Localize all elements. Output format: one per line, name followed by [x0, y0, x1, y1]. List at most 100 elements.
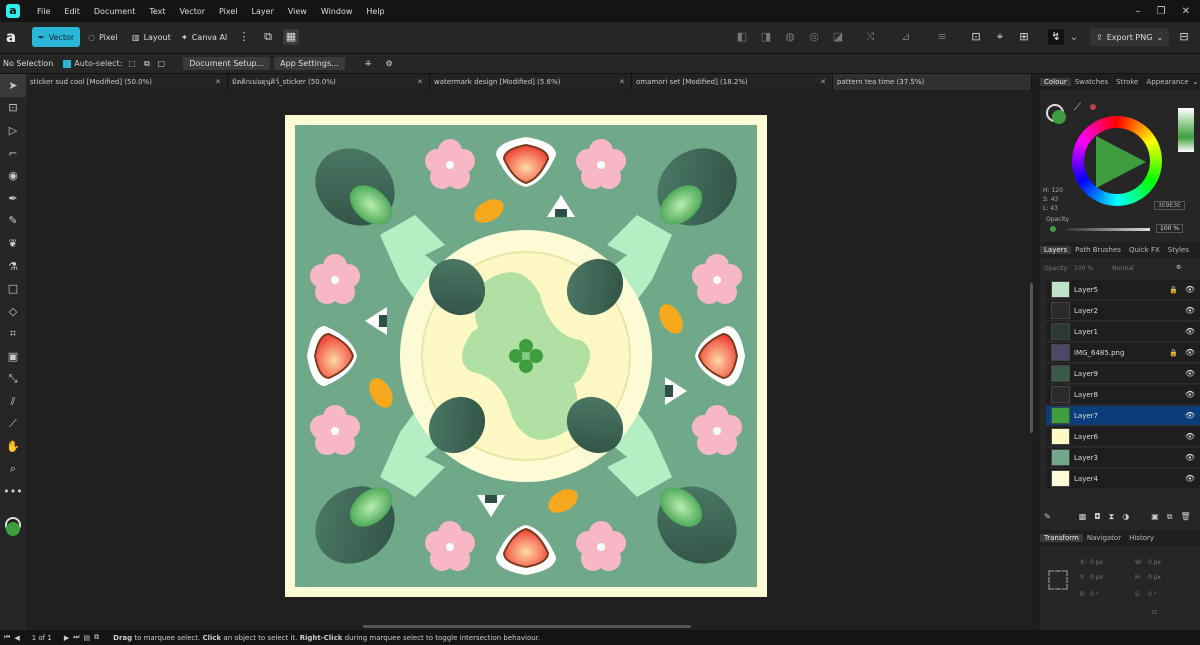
tab-styles[interactable]: Styles	[1164, 246, 1193, 254]
persona-pixel[interactable]: ◌ Pixel	[82, 27, 124, 47]
new-layer-icon[interactable]: ▣	[1151, 512, 1159, 524]
tab-navigator[interactable]: Navigator	[1083, 534, 1125, 542]
x-field[interactable]: 0 px	[1090, 559, 1103, 566]
zoom-icon[interactable]: ⌕	[0, 458, 26, 481]
menu-layer[interactable]: Layer	[245, 7, 281, 16]
grid-icon[interactable]: ▦	[283, 29, 299, 45]
vector-brush-icon[interactable]: ❦	[0, 232, 26, 255]
tab-sticker-thai[interactable]: มิตติกเม่อดุนุคิว์_sticker (50.0%) ✕	[228, 74, 430, 90]
eye-icon[interactable]: 👁	[1185, 411, 1195, 420]
colour-swatch-column[interactable]	[1178, 108, 1194, 152]
select-group-icon[interactable]: ⧉	[144, 59, 150, 69]
fx-icon[interactable]: ▩	[1079, 512, 1087, 524]
close-icon[interactable]: ✕	[820, 78, 826, 86]
snapping-icon[interactable]: ⧉	[260, 29, 276, 45]
boolean-subtract-icon[interactable]: ◨	[758, 29, 774, 45]
close-icon[interactable]: ✕	[417, 78, 423, 86]
trash-icon[interactable]: 🗑	[1180, 512, 1190, 524]
persona-layout[interactable]: ▥ Layout	[126, 27, 177, 47]
app-settings-button[interactable]: App Settings...	[274, 57, 345, 70]
close-icon[interactable]: ✕	[1182, 6, 1190, 17]
corner-tool-icon[interactable]: ⌐	[0, 142, 26, 165]
tab-path-brushes[interactable]: Path Brushes	[1071, 246, 1125, 254]
hand-icon[interactable]: ✋	[0, 436, 26, 459]
boolean-intersect-icon[interactable]: ◍	[782, 29, 798, 45]
layer-row[interactable]: Layer3 👁	[1046, 448, 1200, 468]
y-field[interactable]: 0 px	[1090, 574, 1103, 581]
chevron-down-icon[interactable]: ⌄	[1066, 29, 1082, 45]
eye-icon[interactable]: 👁	[1185, 474, 1195, 483]
menu-text[interactable]: Text	[142, 7, 172, 16]
layer-opacity-value[interactable]: 100 %	[1074, 265, 1093, 272]
opacity-input[interactable]: 100 %	[1156, 224, 1184, 233]
layer-row[interactable]: Layer4 👁	[1046, 469, 1200, 489]
studio-logo-icon[interactable]: a	[6, 28, 22, 46]
layer-gear-icon[interactable]: ⚙	[1176, 264, 1181, 271]
tab-stroke[interactable]: Stroke	[1112, 78, 1142, 86]
boolean-add-icon[interactable]: ◧	[734, 29, 750, 45]
blend-mode-select[interactable]: Normal	[1112, 265, 1134, 272]
layer-row[interactable]: IMG_6485.png 🔒 👁	[1046, 343, 1200, 363]
group-icon[interactable]: ⧉	[1167, 512, 1173, 524]
export-png-button[interactable]: ⇪ Export PNG ⌄	[1090, 28, 1170, 46]
tab-watermark-design[interactable]: watermark design [Modified] (5.6%) ✕	[430, 74, 632, 90]
persona-canva-ai[interactable]: ✦ Canva AI	[175, 27, 233, 47]
persona-vector[interactable]: ✒ Vector	[32, 27, 81, 47]
restore-icon[interactable]: ❐	[1157, 6, 1166, 17]
artboard-pattern-tea-time[interactable]	[285, 115, 767, 597]
adjustment-icon[interactable]: ⧗	[1109, 512, 1115, 524]
menu-view[interactable]: View	[281, 7, 314, 16]
assistant-icon[interactable]: ↯	[1048, 29, 1064, 45]
eye-icon[interactable]: 👁	[1185, 285, 1195, 294]
tab-sticker-sud-cool[interactable]: sticker sud cool [Modified] (50.0%) ✕	[26, 74, 228, 90]
layer-row[interactable]: Layer6 👁	[1046, 427, 1200, 447]
artboard-tool-icon[interactable]: ⊡	[0, 97, 26, 120]
layer-row[interactable]: Layer2 👁	[1046, 301, 1200, 321]
snap-bbox-icon[interactable]: ⊡	[968, 29, 984, 45]
snapping-grid-icon[interactable]: ⁜	[365, 59, 372, 68]
last-page-icon[interactable]: ⏭	[73, 633, 79, 642]
layer-row[interactable]: Layer1 👁	[1046, 322, 1200, 342]
tab-appearance[interactable]: Appearance	[1142, 78, 1192, 86]
colour-fill-swatch[interactable]	[1052, 110, 1066, 124]
move-tool-icon[interactable]: ➤	[0, 74, 26, 97]
next-page-icon[interactable]: ▶	[64, 634, 69, 642]
node-icon[interactable]: ⌖	[992, 29, 1008, 45]
pen-tool-icon[interactable]: ✒	[0, 187, 26, 210]
tab-quick-fx[interactable]: Quick FX	[1125, 246, 1164, 254]
tab-omamori-set[interactable]: omamori set [Modified] (18.2%) ✕	[632, 74, 833, 90]
menu-vector[interactable]: Vector	[173, 7, 213, 16]
layer-row[interactable]: Layer9 👁	[1046, 364, 1200, 384]
spread-icon[interactable]: ⧉	[94, 633, 99, 642]
layer-row[interactable]: Layer5 🔒 👁	[1046, 280, 1200, 300]
tab-layers[interactable]: Layers	[1040, 246, 1072, 254]
rectangle-tool-icon[interactable]: □	[0, 277, 26, 300]
transparency-tool-icon[interactable]: ⤡	[0, 368, 26, 391]
shape-tool-icon[interactable]: ◇	[0, 300, 26, 323]
flip-icon[interactable]: ⤨	[862, 29, 878, 45]
chevron-down-icon[interactable]: ⌄	[1193, 78, 1200, 86]
eyedropper-icon[interactable]: ⟋	[1074, 102, 1081, 113]
more-icon[interactable]: ⋮	[236, 29, 252, 45]
close-icon[interactable]: ✕	[619, 78, 625, 86]
mask-icon[interactable]: ◘	[1094, 512, 1100, 524]
layer-row-selected[interactable]: Layer7 👁	[1046, 406, 1200, 426]
eye-icon[interactable]: 👁	[1185, 453, 1195, 462]
distribute-icon[interactable]: ≡	[934, 29, 950, 45]
eye-icon[interactable]: 👁	[1185, 306, 1195, 315]
eye-icon[interactable]: 👁	[1185, 327, 1195, 336]
gear-icon[interactable]: ⚙	[385, 59, 392, 68]
no-colour-icon[interactable]	[1090, 104, 1096, 110]
eye-icon[interactable]: 👁	[1185, 369, 1195, 378]
fill-swatch[interactable]	[6, 522, 20, 536]
edit-layer-icon[interactable]: ✎	[1044, 512, 1051, 524]
transform-icon[interactable]: ⊞	[1016, 29, 1032, 45]
tab-history[interactable]: History	[1125, 534, 1158, 542]
vertical-scrollbar[interactable]	[1030, 283, 1033, 433]
more-tools-icon[interactable]: •••	[0, 481, 26, 504]
pages-icon[interactable]: ▤	[84, 634, 91, 642]
lock-icon[interactable]: 🔒	[1169, 286, 1178, 294]
s-field[interactable]: 0 °	[1148, 591, 1157, 598]
layer-row[interactable]: Layer8 👁	[1046, 385, 1200, 405]
select-mode-icon[interactable]: ⬚	[128, 59, 136, 68]
